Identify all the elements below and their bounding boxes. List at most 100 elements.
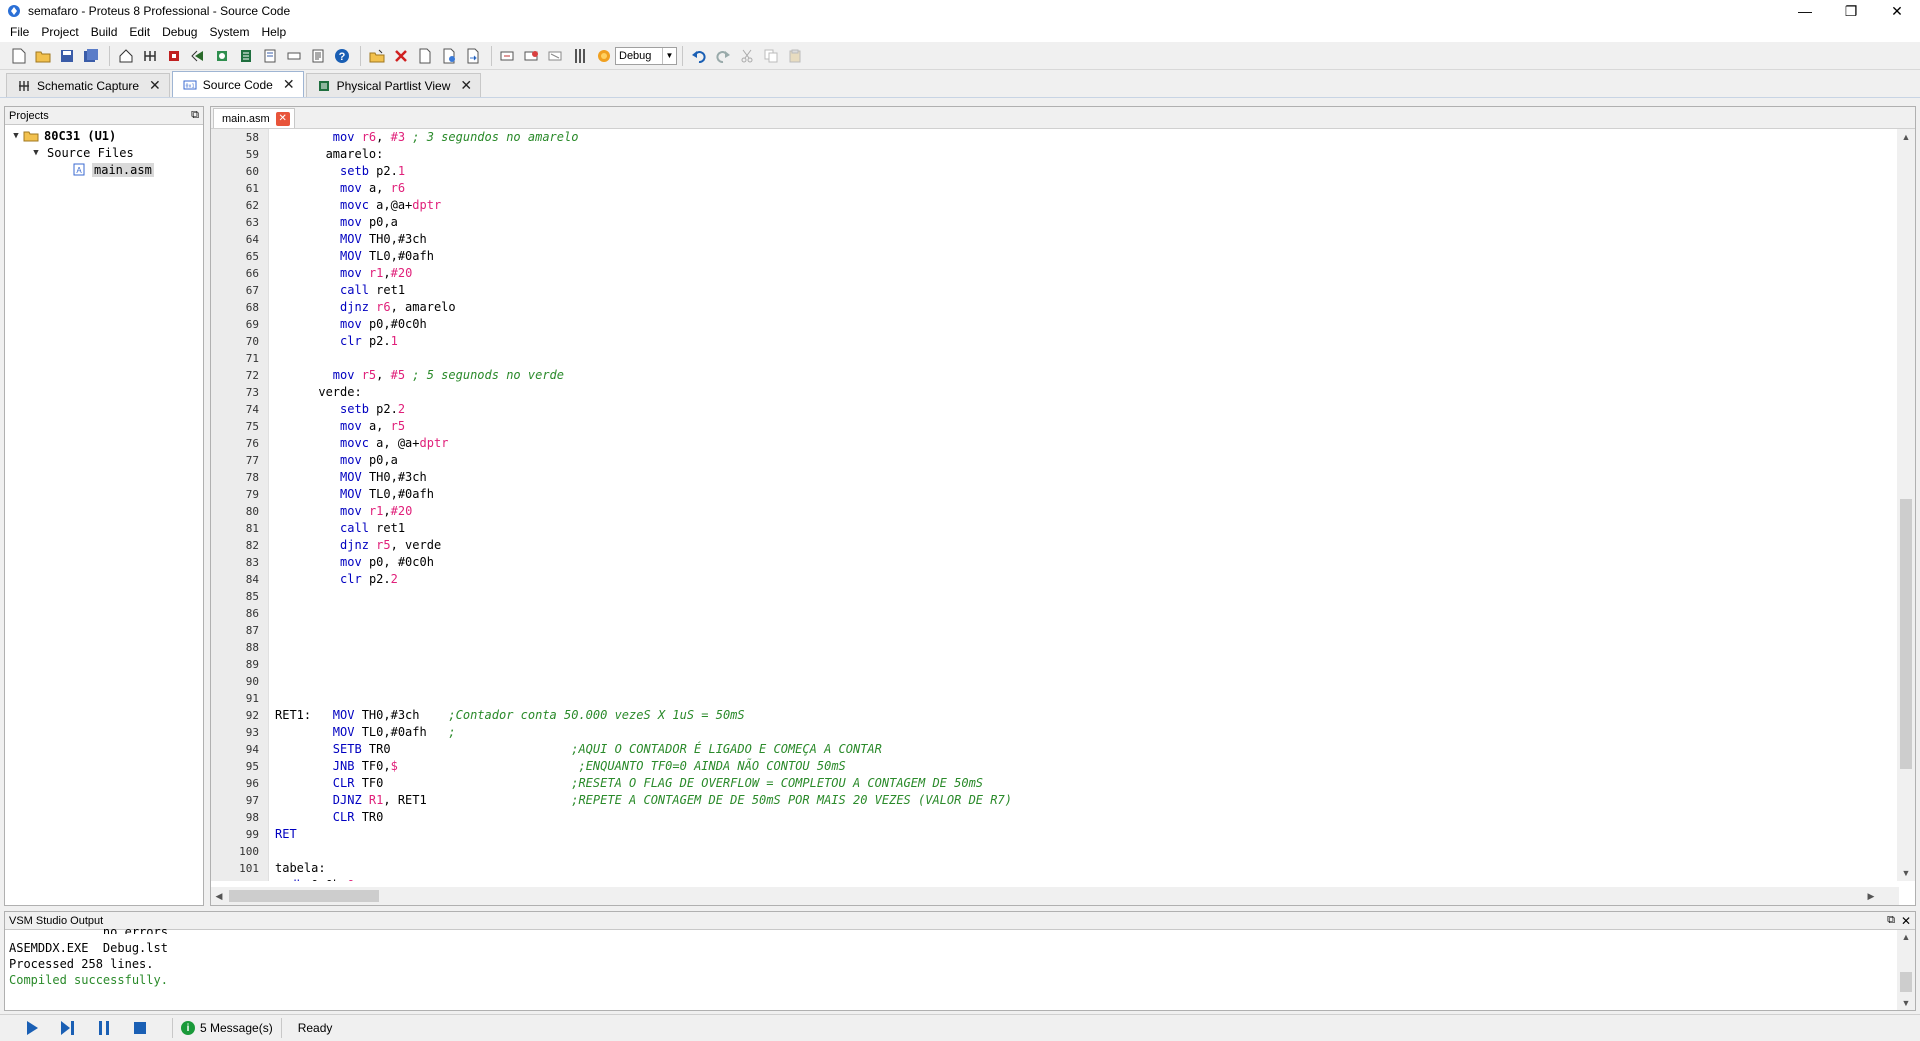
- scroll-left-icon[interactable]: ◀: [211, 891, 227, 902]
- import-source-button[interactable]: [462, 45, 484, 67]
- tree-item-processor[interactable]: ▼ 80C31 (U1): [5, 127, 203, 144]
- code-line[interactable]: 65 MOV TL0,#0afh: [211, 248, 1897, 265]
- tree-item-main-asm[interactable]: A main.asm: [5, 161, 203, 178]
- new-file-button[interactable]: [8, 45, 30, 67]
- code-line[interactable]: 58 mov r6, #3 ; 3 segundos no amarelo: [211, 129, 1897, 146]
- code-line[interactable]: 59 amarelo:: [211, 146, 1897, 163]
- scroll-thumb[interactable]: [229, 890, 379, 902]
- code-line[interactable]: 99 RET: [211, 826, 1897, 843]
- step-button[interactable]: [56, 1017, 80, 1039]
- gerber-button[interactable]: [187, 45, 209, 67]
- undock-icon[interactable]: ⧉: [191, 109, 199, 122]
- code-line[interactable]: 61 mov a, r6: [211, 180, 1897, 197]
- rebuild-button[interactable]: [521, 45, 543, 67]
- code-line[interactable]: 73 verde:: [211, 384, 1897, 401]
- editor-horizontal-scrollbar[interactable]: ◀ ▶: [211, 887, 1899, 905]
- close-tab-icon[interactable]: ✕: [149, 77, 161, 94]
- open-file-button[interactable]: [32, 45, 54, 67]
- scroll-up-icon[interactable]: ▲: [1897, 129, 1915, 145]
- scroll-right-icon[interactable]: ▶: [1863, 891, 1879, 902]
- code-line[interactable]: 78 MOV TH0,#3ch: [211, 469, 1897, 486]
- menu-project[interactable]: Project: [35, 22, 84, 42]
- code-line[interactable]: 75 mov a, r5: [211, 418, 1897, 435]
- close-tab-icon[interactable]: ✕: [283, 76, 295, 93]
- code-line[interactable]: 95 JNB TF0,$ ;ENQUANTO TF0=0 AINDA NÃO C…: [211, 758, 1897, 775]
- build-config-select[interactable]: Debug ▼: [615, 46, 677, 65]
- scroll-down-icon[interactable]: ▼: [1897, 865, 1915, 881]
- file-tab-main-asm[interactable]: main.asm ✕: [213, 108, 295, 128]
- menu-debug[interactable]: Debug: [156, 22, 203, 42]
- close-tab-icon[interactable]: ✕: [460, 77, 472, 94]
- output-vertical-scrollbar[interactable]: ▲ ▼: [1897, 930, 1915, 1010]
- code-line[interactable]: 63 mov p0,a: [211, 214, 1897, 231]
- code-line[interactable]: 77 mov p0,a: [211, 452, 1897, 469]
- home-button[interactable]: [115, 45, 137, 67]
- code-line[interactable]: 102 db 0c0h,0: [211, 877, 1897, 881]
- close-file-icon[interactable]: ✕: [275, 111, 290, 126]
- help-button[interactable]: ?: [331, 45, 353, 67]
- code-line[interactable]: 64 MOV TH0,#3ch: [211, 231, 1897, 248]
- code-line[interactable]: 62 movc a,@a+dptr: [211, 197, 1897, 214]
- build-button[interactable]: [497, 45, 519, 67]
- menu-edit[interactable]: Edit: [123, 22, 156, 42]
- code-line[interactable]: 68 djnz r6, amarelo: [211, 299, 1897, 316]
- tree-item-source-files[interactable]: ▼ Source Files: [5, 144, 203, 161]
- menu-build[interactable]: Build: [85, 22, 124, 42]
- code-line[interactable]: 71: [211, 350, 1897, 367]
- code-line[interactable]: 86: [211, 605, 1897, 622]
- notes-button[interactable]: [283, 45, 305, 67]
- report-button[interactable]: [307, 45, 329, 67]
- code-line[interactable]: 60 setb p2.1: [211, 163, 1897, 180]
- restore-button[interactable]: ❐: [1828, 0, 1874, 22]
- code-line[interactable]: 76 movc a, @a+dptr: [211, 435, 1897, 452]
- paste-button[interactable]: [784, 45, 806, 67]
- new-source-button[interactable]: [414, 45, 436, 67]
- save-all-button[interactable]: [80, 45, 102, 67]
- code-line[interactable]: 89: [211, 656, 1897, 673]
- tab-source-code[interactable]: 0x1 Source Code ✕: [171, 71, 304, 97]
- menu-help[interactable]: Help: [255, 22, 292, 42]
- code-line[interactable]: 84 clr p2.2: [211, 571, 1897, 588]
- tab-physical-partlist-view[interactable]: Physical Partlist View ✕: [305, 73, 482, 97]
- bom-button[interactable]: [235, 45, 257, 67]
- open-project-button[interactable]: [366, 45, 388, 67]
- code-line[interactable]: 98 CLR TR0: [211, 809, 1897, 826]
- schematic-button[interactable]: [139, 45, 161, 67]
- code-line[interactable]: 92 RET1: MOV TH0,#3ch ;Contador conta 50.…: [211, 707, 1897, 724]
- tab-schematic-capture[interactable]: Schematic Capture ✕: [6, 73, 170, 97]
- redo-button[interactable]: [712, 45, 734, 67]
- code-area[interactable]: 58 mov r6, #3 ; 3 segundos no amarelo 59 …: [211, 129, 1897, 881]
- code-line[interactable]: 85: [211, 588, 1897, 605]
- code-line[interactable]: 79 MOV TL0,#0afh: [211, 486, 1897, 503]
- code-line[interactable]: 93 MOV TL0,#0afh ;: [211, 724, 1897, 741]
- remove-button[interactable]: [390, 45, 412, 67]
- messages-indicator[interactable]: i 5 Message(s): [181, 1021, 273, 1035]
- code-line[interactable]: 72 mov r5, #5 ; 5 segunods no verde: [211, 367, 1897, 384]
- copy-button[interactable]: [760, 45, 782, 67]
- menu-file[interactable]: File: [4, 22, 35, 42]
- save-button[interactable]: [56, 45, 78, 67]
- code-line[interactable]: 97 DJNZ R1, RET1 ;REPETE A CONTAGEM DE D…: [211, 792, 1897, 809]
- code-line[interactable]: 83 mov p0, #0c0h: [211, 554, 1897, 571]
- code-line[interactable]: 90: [211, 673, 1897, 690]
- code-line[interactable]: 69 mov p0,#0c0h: [211, 316, 1897, 333]
- code-line[interactable]: 94 SETB TR0 ;AQUI O CONTADOR É LIGADO E …: [211, 741, 1897, 758]
- scroll-thumb[interactable]: [1900, 972, 1912, 992]
- code-line[interactable]: 91: [211, 690, 1897, 707]
- code-line[interactable]: 101 tabela:: [211, 860, 1897, 877]
- stop-button[interactable]: [128, 1017, 152, 1039]
- code-line[interactable]: 66 mov r1,#20: [211, 265, 1897, 282]
- project-settings-button[interactable]: [569, 45, 591, 67]
- scroll-up-icon[interactable]: ▲: [1897, 930, 1915, 944]
- undo-button[interactable]: [688, 45, 710, 67]
- 3d-view-button[interactable]: [211, 45, 233, 67]
- code-line[interactable]: 96 CLR TF0 ;RESETA O FLAG DE OVERFLOW = …: [211, 775, 1897, 792]
- code-line[interactable]: 87: [211, 622, 1897, 639]
- pause-button[interactable]: [92, 1017, 116, 1039]
- close-window-button[interactable]: ✕: [1874, 0, 1920, 22]
- add-source-button[interactable]: [438, 45, 460, 67]
- code-line[interactable]: 70 clr p2.1: [211, 333, 1897, 350]
- undock-icon[interactable]: ⧉: [1887, 914, 1895, 928]
- code-line[interactable]: 81 call ret1: [211, 520, 1897, 537]
- minimize-button[interactable]: —: [1782, 0, 1828, 22]
